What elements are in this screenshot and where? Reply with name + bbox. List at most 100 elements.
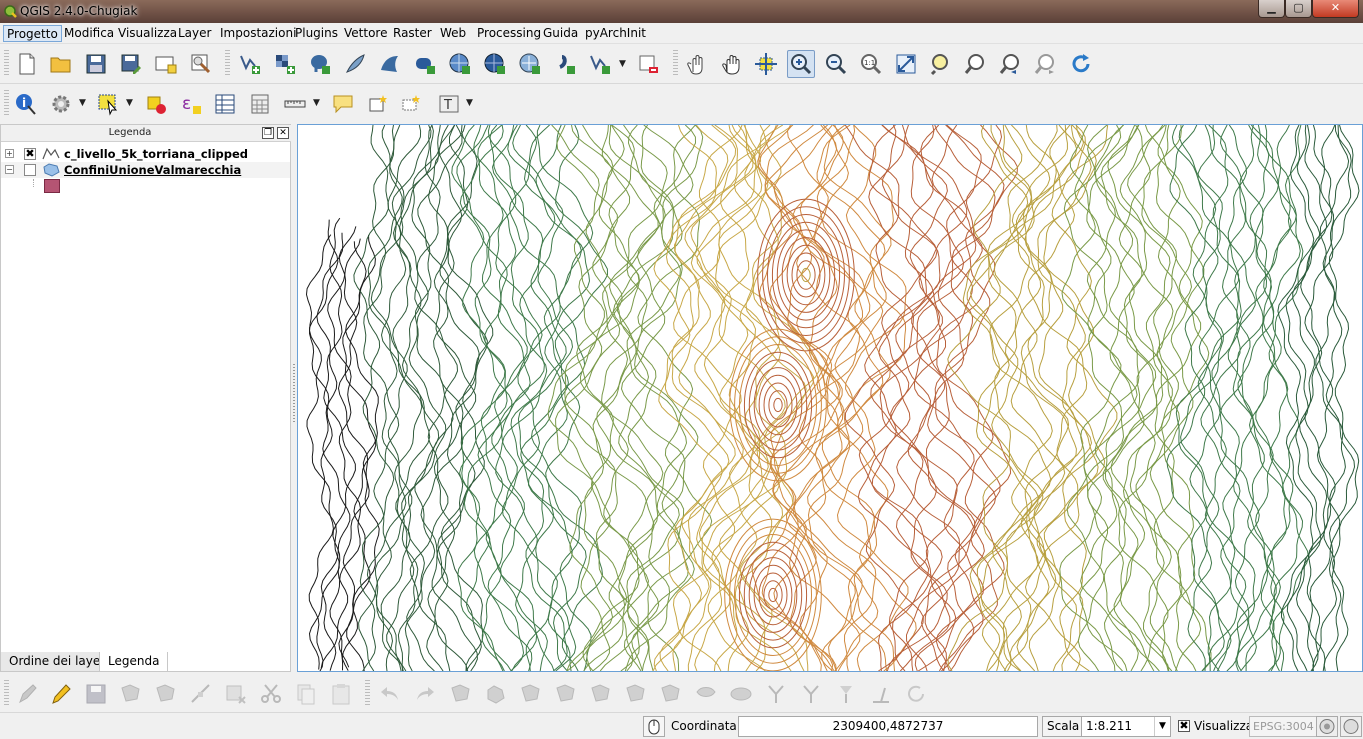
scale-combobox[interactable]: 1:8.211 ▼	[1081, 716, 1171, 737]
add-postgis-layer-button[interactable]	[306, 50, 334, 78]
identify-features-button[interactable]: i	[12, 90, 40, 118]
merge-attributes-button[interactable]	[797, 680, 825, 708]
pan-map-button[interactable]	[718, 50, 746, 78]
add-wms-layer-button[interactable]	[446, 50, 474, 78]
save-as-button[interactable]	[117, 50, 145, 78]
delete-part-button[interactable]	[587, 680, 615, 708]
toolbar-grip[interactable]	[4, 680, 9, 706]
crs-status-button[interactable]: EPSG:3004	[1249, 716, 1318, 737]
message-log-button[interactable]	[1340, 716, 1362, 737]
split-features-button[interactable]	[727, 680, 755, 708]
add-spatialite-layer-button[interactable]	[341, 50, 369, 78]
toolbar-grip[interactable]	[4, 50, 9, 76]
zoom-to-selection-button[interactable]	[962, 50, 990, 78]
polygon-symbol-swatch[interactable]	[44, 179, 60, 193]
fill-ring-button[interactable]	[517, 680, 545, 708]
add-raster-layer-button[interactable]	[271, 50, 299, 78]
add-vector-layer-button[interactable]	[236, 50, 264, 78]
chevron-down-icon[interactable]: ▼	[619, 59, 629, 69]
toolbar-grip[interactable]	[225, 50, 230, 76]
menu-layer[interactable]: Layer	[175, 25, 214, 42]
layer-row[interactable]: − ConfiniUnioneValmarecchia	[1, 162, 290, 178]
field-calculator-button[interactable]	[246, 90, 274, 118]
reshape-features-button[interactable]	[622, 680, 650, 708]
save-project-button[interactable]	[82, 50, 110, 78]
redo-button[interactable]	[411, 680, 439, 708]
offset-curve-button[interactable]	[657, 680, 685, 708]
save-layer-edits-button[interactable]	[82, 680, 110, 708]
new-bookmark-button[interactable]	[364, 90, 392, 118]
remove-layer-button[interactable]	[634, 50, 662, 78]
layer-row[interactable]: + ✖ c_livello_5k_torriana_clipped	[1, 146, 290, 162]
new-print-composer-button[interactable]	[152, 50, 180, 78]
undo-button[interactable]	[376, 680, 404, 708]
minimize-button[interactable]: ▁	[1258, 0, 1285, 18]
chevron-down-icon[interactable]: ▼	[79, 98, 89, 108]
rotate-point-symbols-button[interactable]	[832, 680, 860, 708]
touch-zoom-pan-button[interactable]	[683, 50, 711, 78]
add-part-button[interactable]	[482, 680, 510, 708]
add-wcs-layer-button[interactable]	[481, 50, 509, 78]
paste-features-button[interactable]	[327, 680, 355, 708]
new-shapefile-layer-button[interactable]	[586, 50, 614, 78]
select-features-button[interactable]	[94, 90, 122, 118]
zoom-full-button[interactable]	[892, 50, 920, 78]
menu-web[interactable]: Web	[437, 25, 469, 42]
zoom-last-button[interactable]	[997, 50, 1025, 78]
new-project-button[interactable]	[13, 50, 41, 78]
add-oracle-layer-button[interactable]	[411, 50, 439, 78]
zoom-to-layer-button[interactable]	[927, 50, 955, 78]
move-feature-button[interactable]	[152, 680, 180, 708]
chevron-down-icon[interactable]: ▼	[466, 98, 476, 108]
node-tool-button[interactable]	[187, 680, 215, 708]
cut-features-button[interactable]	[257, 680, 285, 708]
menu-impostazioni[interactable]: Impostazioni	[217, 25, 299, 42]
open-attribute-table-button[interactable]	[211, 90, 239, 118]
map-canvas[interactable]	[297, 124, 1363, 672]
add-delimited-text-layer-button[interactable]	[551, 50, 579, 78]
deselect-features-button[interactable]	[142, 90, 170, 118]
toggle-editing-button[interactable]	[47, 680, 75, 708]
chevron-down-icon[interactable]: ▼	[126, 98, 136, 108]
open-project-button[interactable]	[47, 50, 75, 78]
text-annotation-button[interactable]: T	[435, 90, 463, 118]
crs-projection-button[interactable]	[1316, 716, 1338, 737]
run-feature-action-button[interactable]	[47, 90, 75, 118]
zoom-in-button[interactable]	[787, 50, 815, 78]
delete-ring-button[interactable]	[552, 680, 580, 708]
show-bookmarks-button[interactable]	[398, 90, 426, 118]
undock-panel-button[interactable]: ❐	[262, 127, 274, 139]
current-edits-button[interactable]	[14, 680, 42, 708]
refresh-button[interactable]	[1067, 50, 1095, 78]
layer-name[interactable]: ConfiniUnioneValmarecchia	[64, 163, 241, 177]
rotate-feature-button[interactable]	[902, 680, 930, 708]
menu-processing[interactable]: Processing	[474, 25, 544, 42]
menu-guida[interactable]: Guida	[540, 25, 581, 42]
toolbar-grip[interactable]	[4, 90, 9, 116]
add-feature-button[interactable]	[117, 680, 145, 708]
menu-visualizza[interactable]: Visualizza	[115, 25, 180, 42]
composer-manager-button[interactable]	[187, 50, 215, 78]
close-panel-button[interactable]: ✕	[277, 127, 289, 139]
render-checkbox[interactable]: ✖	[1178, 720, 1190, 732]
collapse-icon[interactable]: −	[5, 165, 14, 174]
expand-icon[interactable]: +	[5, 149, 14, 158]
select-by-expression-button[interactable]: ε	[177, 90, 205, 118]
menu-raster[interactable]: Raster	[390, 25, 435, 42]
menu-modifica[interactable]: Modifica	[61, 25, 117, 42]
merge-features-button[interactable]	[762, 680, 790, 708]
pan-to-selection-button[interactable]	[752, 50, 780, 78]
toggle-extents-button[interactable]	[643, 716, 665, 737]
add-mssql-layer-button[interactable]	[376, 50, 404, 78]
layer-visibility-checkbox[interactable]	[24, 164, 36, 176]
coordinate-field[interactable]: 2309400,4872737	[738, 716, 1038, 737]
delete-selected-button[interactable]	[222, 680, 250, 708]
measure-line-button[interactable]	[281, 90, 309, 118]
toolbar-grip[interactable]	[673, 50, 678, 76]
tab-legend[interactable]: Legenda	[99, 652, 169, 672]
add-wfs-layer-button[interactable]	[516, 50, 544, 78]
chevron-down-icon[interactable]: ▼	[313, 98, 323, 108]
zoom-next-button[interactable]	[1032, 50, 1060, 78]
copy-features-button[interactable]	[292, 680, 320, 708]
menu-pyarchinit[interactable]: pyArchInit	[582, 25, 649, 42]
